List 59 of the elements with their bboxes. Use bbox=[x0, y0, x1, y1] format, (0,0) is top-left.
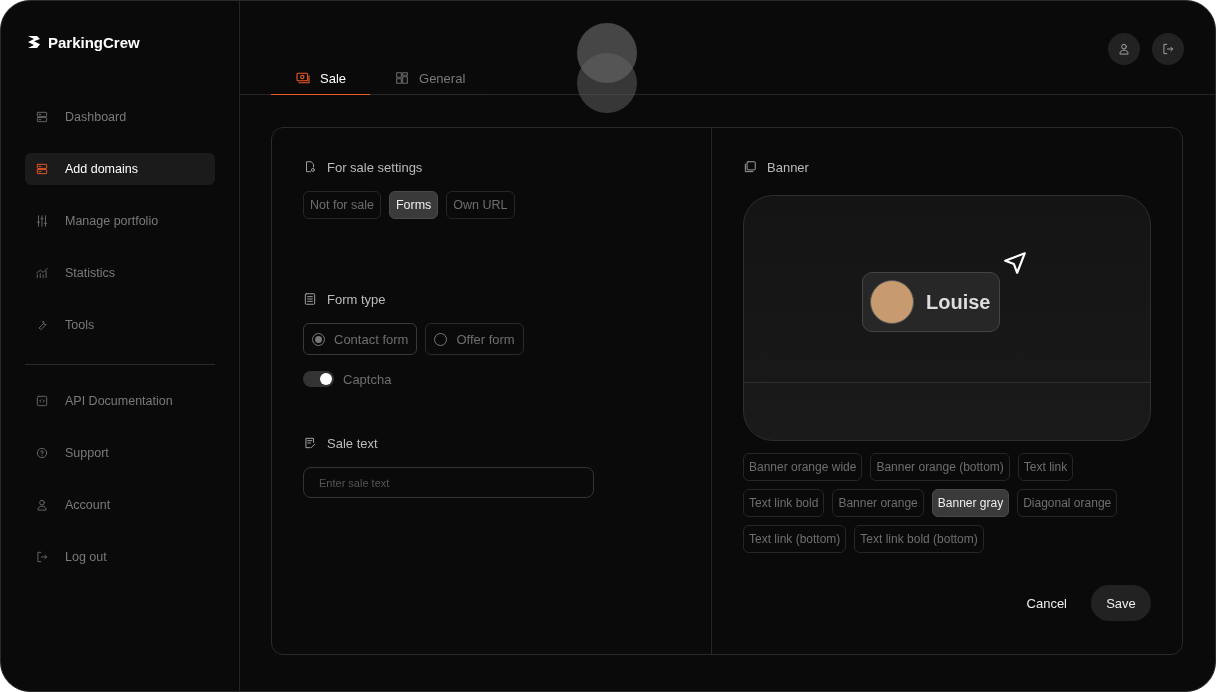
pointer-icon bbox=[1002, 250, 1028, 276]
sliders-icon bbox=[35, 214, 49, 228]
option-chip[interactable]: Own URL bbox=[446, 191, 515, 219]
server-icon bbox=[35, 162, 49, 176]
user-icon bbox=[1117, 42, 1131, 56]
sale-text-field[interactable]: Enter sale text bbox=[303, 467, 594, 498]
section-title: Banner bbox=[767, 159, 809, 175]
sidebar-item[interactable]: API Documentation bbox=[25, 385, 215, 417]
list-icon bbox=[303, 292, 317, 306]
user-icon bbox=[35, 498, 49, 512]
sidebar-item[interactable]: Statistics bbox=[25, 257, 215, 289]
sidebar-item[interactable]: Manage portfolio bbox=[25, 205, 215, 237]
section-title: Sale text bbox=[327, 435, 378, 451]
style-chip[interactable]: Banner orange (bottom) bbox=[870, 453, 1010, 481]
avatar-placeholder bbox=[870, 280, 914, 324]
layers-icon bbox=[743, 160, 757, 174]
option-chip[interactable]: Not for sale bbox=[303, 191, 381, 219]
style-chip[interactable]: Diagonal orange bbox=[1017, 489, 1118, 517]
style-chip[interactable]: Banner orange bbox=[832, 489, 924, 517]
circle-drawing bbox=[577, 53, 637, 113]
radio-option[interactable]: Contact form bbox=[303, 323, 418, 355]
style-chip[interactable]: Text link (bottom) bbox=[743, 525, 847, 553]
style-chip[interactable]: Text link bold (bottom) bbox=[854, 525, 984, 553]
sidebar-item[interactable]: Account bbox=[25, 489, 215, 521]
style-chip[interactable]: Text link bold bbox=[743, 489, 825, 517]
save-button[interactable]: Save bbox=[1091, 585, 1151, 621]
note-edit-icon bbox=[303, 436, 317, 450]
code-icon bbox=[35, 394, 49, 408]
chart-icon bbox=[35, 266, 49, 280]
radio-label: Contact form bbox=[334, 331, 409, 347]
grid-icon bbox=[394, 70, 411, 86]
style-chip[interactable]: Text link bbox=[1017, 453, 1074, 481]
money-icon bbox=[295, 70, 311, 86]
toggle-switch[interactable] bbox=[303, 371, 334, 387]
sidebar-item[interactable]: Dashboard bbox=[25, 101, 215, 133]
radio-option[interactable]: Offer form bbox=[425, 323, 524, 355]
account-button[interactable] bbox=[1108, 33, 1140, 65]
option-chip[interactable]: Forms bbox=[388, 191, 439, 219]
sidebar-item[interactable]: Tools bbox=[25, 309, 215, 341]
tab[interactable]: General bbox=[370, 62, 490, 95]
sidebar-item[interactable]: Support bbox=[25, 437, 215, 469]
file-gear-icon bbox=[303, 160, 317, 174]
sidebar-item[interactable]: Log out bbox=[25, 541, 215, 573]
logout-icon bbox=[1161, 42, 1175, 56]
section-title: For sale settings bbox=[327, 159, 423, 175]
sidebar-item[interactable]: Add domains bbox=[25, 153, 215, 185]
toggle-label: Captcha bbox=[343, 371, 392, 387]
brand-name: ParkingCrew bbox=[48, 33, 140, 51]
server-icon bbox=[35, 110, 49, 124]
help-icon bbox=[35, 446, 49, 460]
style-chip[interactable]: Banner gray bbox=[931, 489, 1010, 517]
logout-button[interactable] bbox=[1152, 33, 1184, 65]
style-chip[interactable]: Banner orange wide bbox=[743, 453, 863, 481]
section-title: Form type bbox=[327, 291, 386, 307]
cancel-button[interactable]: Cancel bbox=[1026, 595, 1067, 611]
tab[interactable]: Sale bbox=[271, 62, 371, 95]
radio-label: Offer form bbox=[456, 331, 515, 347]
preview-name: Louise bbox=[926, 290, 991, 314]
logout-icon bbox=[35, 550, 49, 564]
